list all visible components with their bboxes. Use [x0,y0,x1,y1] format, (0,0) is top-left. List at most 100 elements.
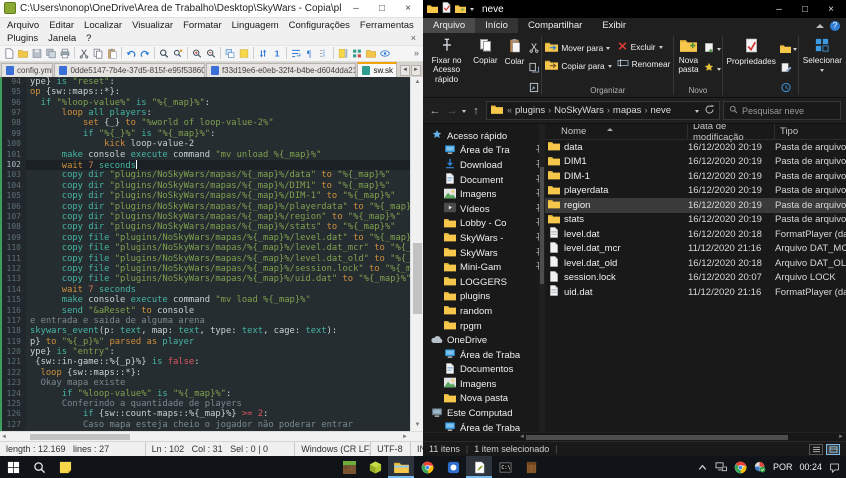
sync-vertical-icon[interactable] [256,46,270,60]
code-line-122[interactable]: 122 loop {sw::maps::*}: [2,367,410,379]
menu-item-localizar[interactable]: Localizar [79,20,127,31]
menu-item-?[interactable]: ? [81,33,96,44]
sidebar-item-skywars-[interactable]: SkyWars - [423,231,545,246]
sidebar-item--rea-de-traba[interactable]: Área de Traba [423,421,545,432]
back-button[interactable]: ← [428,105,442,117]
code-line-97[interactable]: 97 loop all players: [2,108,410,119]
monitoring-icon[interactable] [378,46,392,60]
code-line-116[interactable]: 116 send "&aReset" to console [2,305,410,316]
sidebar-item-v-deos[interactable]: Vídeos [423,202,545,217]
code-line-109[interactable]: 109 copy file "plugins/NoSkyWars/mapas/%… [2,232,410,244]
sidebar-item-plugins[interactable]: plugins [423,290,545,305]
address-bar[interactable]: «plugins › NoSkyWars › mapas › neve [486,101,720,120]
qat-new-folder-icon[interactable] [455,0,466,18]
redo-icon[interactable] [138,46,152,60]
code-line-110[interactable]: 110 copy file "plugins/NoSkyWars/mapas/%… [2,243,410,254]
sidebar-item-imagens[interactable]: Imagens [423,187,545,202]
taskbar-sticky-notes-icon[interactable] [52,456,78,478]
tray-network-icon[interactable] [715,462,727,472]
zoom-out-icon[interactable] [204,46,218,60]
taskbar-cmd-icon[interactable]: C:\ [492,456,518,478]
select-button[interactable]: Selecionar [800,36,845,76]
details-view-toggle-icon[interactable] [826,443,840,455]
document-tab-0[interactable]: config.yml× [1,62,54,77]
menu-item-linguagem[interactable]: Linguagem [227,20,284,31]
file-row-dim-1[interactable]: DIM-1 16/12/2020 20:19 Pasta de arquivos [545,169,846,184]
breadcrumb-item-neve[interactable]: neve [648,105,673,116]
file-row-level-dat-old[interactable]: level.dat_old 16/12/2020 20:18 Arquivo DAT… [545,256,846,271]
code-line-117[interactable]: 117 e entrada e saida de alguma arena [2,315,410,327]
scroll-right-arrow-icon[interactable]: ► [838,433,844,442]
forward-button[interactable]: → [445,105,459,117]
recent-locations-chevron-icon[interactable] [462,109,466,115]
menu-item-configuraes[interactable]: Configurações [284,20,355,31]
taskbar-start-icon[interactable] [0,456,26,478]
file-row-playerdata[interactable]: playerdata 16/12/2020 20:19 Pasta de arqui… [545,184,846,199]
code-line-101[interactable]: 101 make console execute command "mv unl… [2,149,410,161]
replace-icon[interactable] [171,46,185,60]
sidebar-item-acesso-r-pido[interactable]: Acesso rápido [423,129,545,144]
cut-icon[interactable] [77,46,91,60]
tab-scroll-left-icon[interactable]: ◄ [400,64,410,76]
search-input[interactable]: Pesquisar neve [723,101,841,120]
address-dropdown-chevron-icon[interactable] [695,109,699,115]
properties-button[interactable]: Propriedades [724,36,779,68]
code-line-115[interactable]: 115 make console execute command "mv loa… [2,295,410,306]
sidebar-item-download[interactable]: Download [423,158,545,173]
sidebar-item-rpgm[interactable]: rpgm [423,319,545,334]
code-line-108[interactable]: 108 copy dir "plugins/NoSkyWars/mapas/%{… [2,222,410,233]
code-line-98[interactable]: 98 set {_} to "%world of loop-value-2%" [2,118,410,129]
paste-icon[interactable] [105,46,119,60]
code-line-119[interactable]: 119 p} to "%{_p}%" parsed as player [2,336,410,348]
explorer-horizontal-scrollbar[interactable]: ◄ ► [423,432,846,441]
file-row-uid-dat[interactable]: uid.dat 11/12/2020 21:16 FormatPlayer (dat… [545,285,846,300]
tray-security-shield-icon[interactable] [754,461,766,473]
code-line-127[interactable]: 127 Caso mapa esteja cheio o jogador não… [2,419,410,431]
document-tab-3[interactable]: sw.sk× [357,61,397,77]
sidebar-item-lobby-co[interactable]: Lobby - Co [423,217,545,232]
function-list-icon[interactable] [350,46,364,60]
keyboard-language[interactable]: POR [773,462,793,472]
sidebar-item-nova-pasta[interactable]: Nova pasta [423,392,545,407]
ribbon-tab-exibir[interactable]: Exibir [592,18,636,33]
taskbar-minecraft-barrel-icon[interactable] [518,456,544,478]
taskbar-file-explorer-icon[interactable] [388,456,414,478]
editor-horizontal-scrollbar[interactable]: ◄ ► [0,431,423,442]
explorer-titlebar[interactable]: neve – □ × [423,0,846,18]
file-row-level-dat-mcr[interactable]: level.dat_mcr 11/12/2020 21:16 Arquivo DAT… [545,241,846,257]
qat-properties-icon[interactable] [442,0,451,18]
code-line-103[interactable]: 103 copy dir "plugins/NoSkyWars/mapas/%{… [2,170,410,181]
sidebar-item--rea-de-tra[interactable]: Área de Tra [423,144,545,159]
ribbon-tab-arquivo[interactable]: Arquivo [423,18,476,33]
up-button[interactable]: ↑ [469,105,483,117]
new-file-icon[interactable] [2,46,16,60]
post-it-icon[interactable] [237,46,251,60]
folder-as-workspace-icon[interactable] [364,46,378,60]
maximize-button[interactable]: □ [371,3,393,14]
breadcrumb-item-noskywars[interactable]: NoSkyWars [552,105,606,116]
sidebar-item-este-computad[interactable]: Este Computad [423,406,545,421]
ribbon-tab-inicio[interactable]: Início [475,18,518,33]
tab-scroll-right-icon[interactable]: ► [411,64,421,76]
menu-item-formatar[interactable]: Formatar [178,20,227,31]
code-line-95[interactable]: 95 op {sw::maps::*}: [2,87,410,98]
menu-item-plugins[interactable]: Plugins [2,33,43,44]
editor-vertical-scrollbar[interactable]: ▲ ▼ [410,76,423,432]
clock[interactable]: 00:24 [799,462,822,472]
copy-path-button[interactable] [528,60,540,78]
show-all-characters-icon[interactable]: ¶ [303,46,317,60]
print-icon[interactable] [58,46,72,60]
paste-button[interactable]: Colar [502,36,528,68]
code-line-111[interactable]: 111 copy file "plugins/NoSkyWars/mapas/%… [2,253,410,264]
code-line-94[interactable]: 94 ype} is "reset": [2,76,410,88]
refresh-icon[interactable] [704,104,715,118]
column-header-date[interactable]: Data de modificação [688,124,775,143]
file-row-level-dat[interactable]: level.dat 16/12/2020 20:18 FormatPlayer (d… [545,227,846,242]
column-header-name[interactable]: Nome [545,124,688,139]
menu-item-editar[interactable]: Editar [44,20,79,31]
code-line-104[interactable]: 104 copy dir "plugins/NoSkyWars/mapas/%{… [2,180,410,192]
ribbon-collapse-chevron-icon[interactable] [816,20,824,28]
code-line-126[interactable]: 126 if {sw::count-maps::%{_map}%} >= 2: [2,409,410,420]
code-line-99[interactable]: 99 if "%{_}%" is "%{_map}%": [2,128,410,140]
menu-item-arquivo[interactable]: Arquivo [2,20,44,31]
